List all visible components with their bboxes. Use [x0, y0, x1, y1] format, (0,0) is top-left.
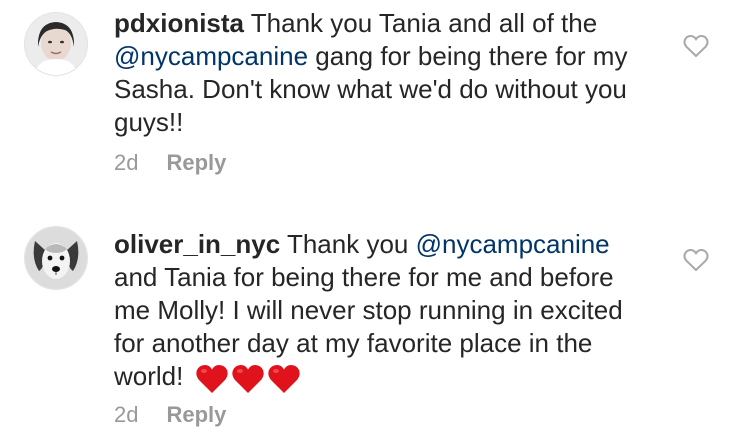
comment-text: and Tania for being there for me and bef…: [114, 262, 623, 391]
comment-meta: 2d Reply: [114, 150, 226, 176]
comment-timestamp: 2d: [114, 150, 139, 175]
emoji-group: [195, 361, 303, 395]
comment-meta: 2d Reply: [114, 402, 226, 428]
like-heart-icon[interactable]: [683, 34, 709, 58]
comment-body: oliver_in_nyc Thank you @nycampcanine an…: [114, 228, 654, 395]
reply-button[interactable]: Reply: [166, 402, 226, 428]
woman-avatar-icon: [25, 13, 87, 75]
red-heart-icon: [231, 363, 265, 395]
comment-text: Thank you Tania and all of the: [244, 8, 598, 38]
avatar[interactable]: [24, 12, 88, 76]
reply-button[interactable]: Reply: [166, 150, 226, 176]
comment-text: Thank you: [280, 229, 416, 259]
red-heart-icon: [267, 363, 301, 395]
comment-body: pdxionista Thank you Tania and all of th…: [114, 7, 654, 139]
mention-link[interactable]: @nycampcanine: [416, 229, 610, 259]
avatar[interactable]: [24, 226, 88, 290]
mention-link[interactable]: @nycampcanine: [114, 41, 308, 71]
comment-timestamp: 2d: [114, 402, 139, 427]
comment-username[interactable]: pdxionista: [114, 8, 244, 38]
red-heart-icon: [195, 363, 229, 395]
comment-username[interactable]: oliver_in_nyc: [114, 229, 280, 259]
dog-avatar-icon: [25, 227, 87, 289]
like-heart-icon[interactable]: [683, 248, 709, 272]
